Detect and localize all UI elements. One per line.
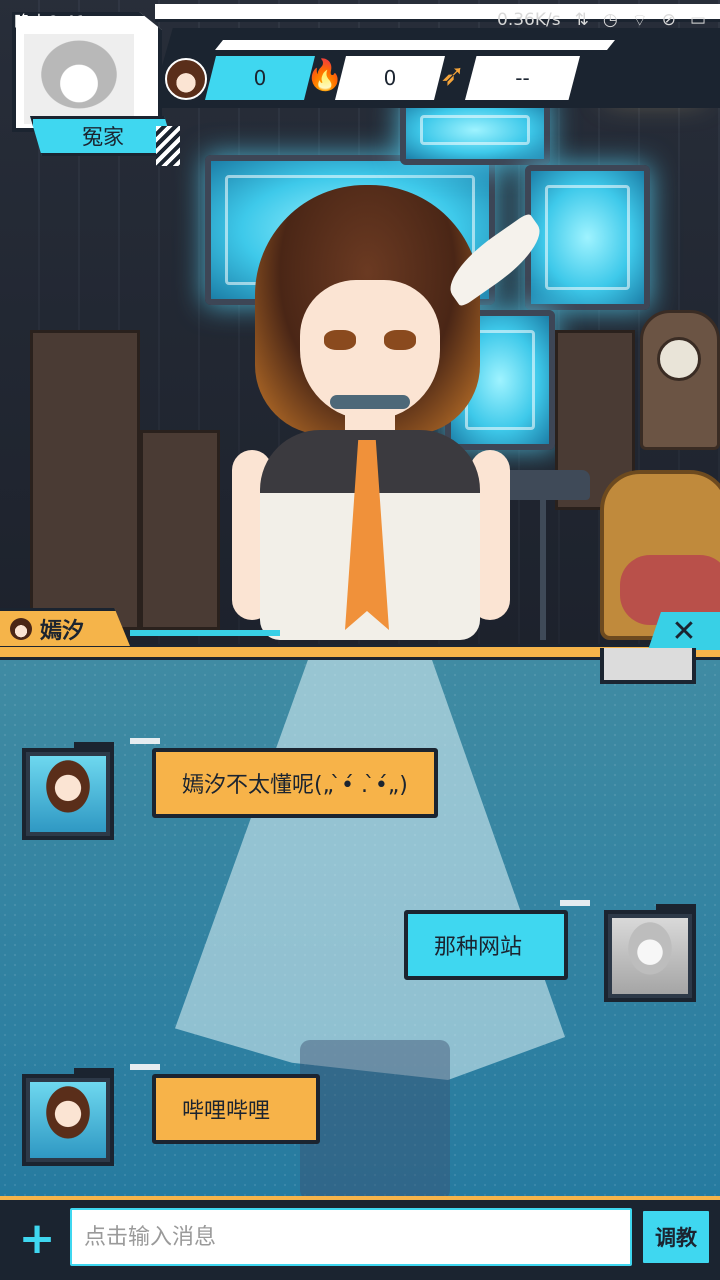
affection-stat[interactable]: 0 (205, 56, 315, 100)
fire-icon: 🔥 (306, 58, 344, 93)
wing-stat[interactable]: -- (465, 56, 580, 100)
bot-avatar-image (30, 756, 106, 832)
alarm-icon: ◷ (602, 10, 618, 30)
status-bar: 晚上9:41 0.36K/s ⇅ ◷ ⌔ ⊘ ▭ (0, 0, 720, 40)
profile-avatar (24, 34, 134, 124)
monitor-screen (205, 155, 495, 305)
hud-progress-rule (215, 40, 615, 50)
bot-avatar-image (30, 1082, 106, 1158)
message-bubble-user[interactable]: 那种网站 (404, 900, 590, 980)
user-avatar-image (612, 918, 688, 994)
divider (130, 630, 280, 636)
status-time: 晚上9:41 (14, 12, 87, 33)
monitor-screen (525, 165, 650, 310)
desk-lamp (495, 470, 590, 500)
character-name: 嫣汐 (40, 618, 85, 644)
train-button[interactable]: 调教 (640, 1208, 712, 1266)
monitor-screen (445, 310, 555, 450)
message-input[interactable] (70, 1208, 632, 1266)
user-avatar[interactable] (604, 904, 696, 1002)
signal-icon: ⇅ (574, 10, 589, 30)
profile-stripe (156, 126, 180, 166)
shelf (140, 430, 220, 630)
wing-icon: ➶ (440, 58, 466, 93)
message-bubble-bot[interactable]: 嫣汐不太懂呢(„ ̀•́ . ̀•́„) (130, 738, 438, 818)
character-mini-avatar (10, 617, 32, 640)
mute-icon: ⊘ (661, 10, 676, 30)
battery-icon: ▭ (689, 10, 706, 30)
shelf (30, 330, 140, 630)
add-attachment-button[interactable]: + (10, 1208, 64, 1268)
wall-clock (640, 310, 720, 450)
fire-stat[interactable]: 0 (335, 56, 445, 100)
wifi-icon: ⌔ (631, 10, 648, 31)
network-speed: 0.36K/s (497, 10, 561, 30)
bot-avatar[interactable] (22, 742, 114, 840)
message-bubble-bot[interactable]: 哔哩哔哩 (130, 1064, 320, 1144)
character-name-tab: 嫣汐 (0, 608, 130, 646)
user-avatar-partial (600, 648, 696, 684)
profile-name: 冤家 (30, 116, 176, 156)
bot-avatar[interactable] (22, 1068, 114, 1166)
